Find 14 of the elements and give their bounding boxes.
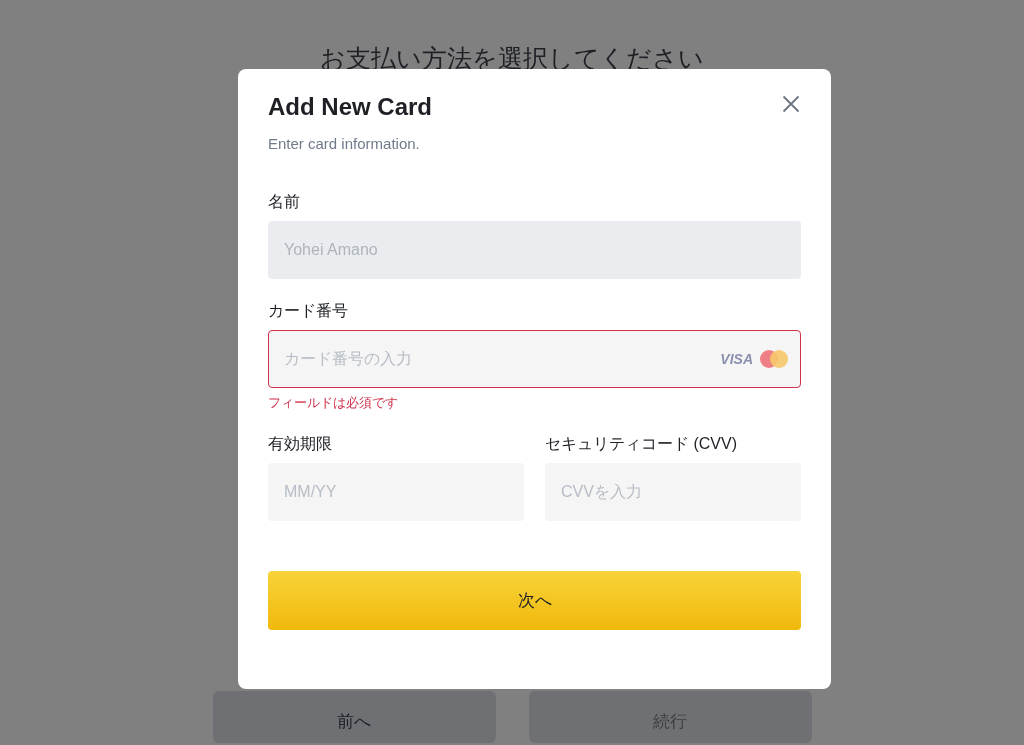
input-field[interactable]: CVVを入力 <box>545 463 801 521</box>
field-label: 名前 <box>268 192 301 212</box>
next-button[interactable]: 次へ <box>268 571 801 630</box>
page-button[interactable]: 前へ <box>212 691 496 743</box>
input-field[interactable]: MM/YY <box>268 463 524 521</box>
dialog-title: Add New Card <box>268 93 432 121</box>
card-brand-label: VISA <box>720 351 753 367</box>
field-label: 有効期限 <box>268 434 333 454</box>
close-icon[interactable] <box>781 94 801 114</box>
error-message: フィールドは必須です <box>268 394 399 412</box>
field-label: セキュリティコード (CVV) <box>545 434 738 454</box>
overlapping-circles-icon <box>759 349 789 369</box>
field-label: カード番号 <box>268 301 349 321</box>
dialog-subtitle: Enter card information. <box>268 135 421 152</box>
